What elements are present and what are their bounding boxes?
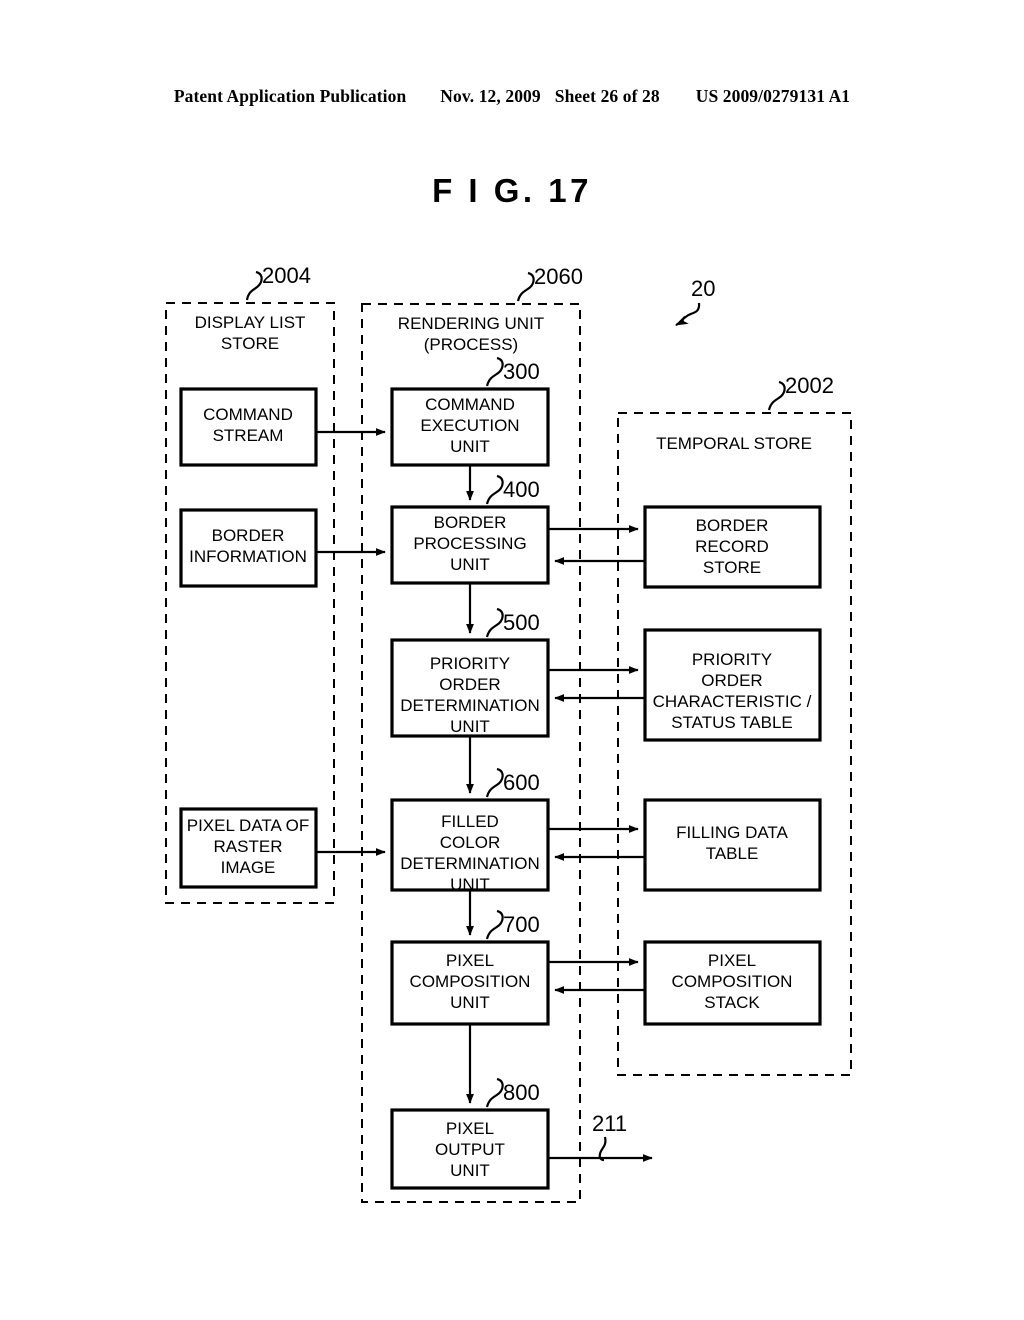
ref-number-2002: 2002 bbox=[785, 373, 834, 398]
block-pixel-composition-stack: PIXEL COMPOSITION STACK bbox=[643, 940, 822, 1026]
ref-number-700: 700 bbox=[503, 912, 540, 937]
patent-figure-page: Patent Application Publication Nov. 12, … bbox=[0, 0, 1024, 1320]
ref-number-400: 400 bbox=[503, 477, 540, 502]
svg-text:STORE: STORE bbox=[703, 558, 761, 577]
svg-text:UNIT: UNIT bbox=[450, 717, 490, 736]
svg-text:COMPOSITION: COMPOSITION bbox=[672, 972, 793, 991]
svg-text:BORDER: BORDER bbox=[212, 526, 285, 545]
ref-number-800: 800 bbox=[503, 1080, 540, 1105]
svg-text:STATUS TABLE: STATUS TABLE bbox=[671, 713, 793, 732]
svg-text:PIXEL DATA OF: PIXEL DATA OF bbox=[187, 816, 310, 835]
svg-text:(PROCESS): (PROCESS) bbox=[424, 335, 518, 354]
container-label-temporal-store: TEMPORAL STORE bbox=[656, 434, 812, 453]
ref-number-600: 600 bbox=[503, 770, 540, 795]
container-label-rendering-unit: RENDERING UNIT (PROCESS) bbox=[398, 314, 544, 354]
svg-text:STREAM: STREAM bbox=[213, 426, 284, 445]
svg-text:RECORD: RECORD bbox=[695, 537, 769, 556]
ref-number-211: 211 bbox=[592, 1111, 627, 1136]
svg-text:OUTPUT: OUTPUT bbox=[435, 1140, 505, 1159]
svg-text:TABLE: TABLE bbox=[706, 844, 759, 863]
svg-text:UNIT: UNIT bbox=[450, 1161, 490, 1180]
svg-text:UNIT: UNIT bbox=[450, 555, 490, 574]
svg-text:COMPOSITION: COMPOSITION bbox=[410, 972, 531, 991]
svg-text:BORDER: BORDER bbox=[696, 516, 769, 535]
svg-text:RENDERING UNIT: RENDERING UNIT bbox=[398, 314, 544, 333]
leader-ref-700 bbox=[485, 909, 504, 940]
block-priority-order-characteristic-status-table: PRIORITY ORDER CHARACTERISTIC / STATUS T… bbox=[643, 628, 822, 742]
ref-number-20: 20 bbox=[691, 276, 715, 301]
leader-ref-2060 bbox=[516, 271, 535, 302]
block-border-record-store: BORDER RECORD STORE bbox=[643, 505, 822, 589]
container-label-display-list-store: DISPLAY LIST STORE bbox=[195, 313, 306, 353]
ref-number-2060: 2060 bbox=[534, 264, 583, 289]
svg-text:COMMAND: COMMAND bbox=[203, 405, 293, 424]
leader-ref-800 bbox=[485, 1077, 504, 1108]
svg-text:UNIT: UNIT bbox=[450, 437, 490, 456]
block-pixel-output-unit: PIXEL OUTPUT UNIT bbox=[390, 1108, 550, 1190]
svg-text:PROCESSING: PROCESSING bbox=[413, 534, 526, 553]
leader-ref-500 bbox=[485, 607, 504, 638]
svg-text:DETERMINATION: DETERMINATION bbox=[400, 696, 539, 715]
svg-text:PRIORITY: PRIORITY bbox=[430, 654, 510, 673]
block-border-processing-unit: BORDER PROCESSING UNIT bbox=[390, 505, 550, 585]
ref-number-300: 300 bbox=[503, 359, 540, 384]
svg-text:IMAGE: IMAGE bbox=[221, 858, 276, 877]
block-priority-order-determination-unit: PRIORITY ORDER DETERMINATION UNIT bbox=[390, 638, 550, 738]
leader-ref-600 bbox=[485, 767, 504, 798]
svg-text:PIXEL: PIXEL bbox=[446, 951, 494, 970]
block-border-information: BORDER INFORMATION bbox=[179, 508, 318, 588]
block-pixel-data-raster-image: PIXEL DATA OF RASTER IMAGE bbox=[179, 807, 318, 889]
svg-text:STACK: STACK bbox=[704, 993, 760, 1012]
block-command-stream: COMMAND STREAM bbox=[179, 387, 318, 467]
leader-ref-2002 bbox=[767, 380, 786, 411]
ref-number-500: 500 bbox=[503, 610, 540, 635]
svg-text:PIXEL: PIXEL bbox=[446, 1119, 494, 1138]
leader-ref-20 bbox=[675, 302, 701, 326]
svg-text:DISPLAY LIST: DISPLAY LIST bbox=[195, 313, 306, 332]
leader-ref-300 bbox=[485, 356, 504, 387]
svg-text:EXECUTION: EXECUTION bbox=[420, 416, 519, 435]
block-pixel-composition-unit: PIXEL COMPOSITION UNIT bbox=[390, 940, 550, 1026]
block-filling-data-table: FILLING DATA TABLE bbox=[643, 798, 822, 892]
block-filled-color-determination-unit: FILLED COLOR DETERMINATION UNIT bbox=[390, 798, 550, 894]
figure-17-diagram: DISPLAY LIST STORE RENDERING UNIT (PROCE… bbox=[165, 263, 852, 1203]
svg-text:TEMPORAL STORE: TEMPORAL STORE bbox=[656, 434, 812, 453]
svg-text:DETERMINATION: DETERMINATION bbox=[400, 854, 539, 873]
svg-text:STORE: STORE bbox=[221, 334, 279, 353]
svg-text:PRIORITY: PRIORITY bbox=[692, 650, 772, 669]
leader-ref-400 bbox=[485, 474, 504, 505]
ref-number-2004: 2004 bbox=[262, 263, 311, 288]
svg-text:FILLED: FILLED bbox=[441, 812, 499, 831]
svg-text:COLOR: COLOR bbox=[440, 833, 500, 852]
block-command-execution-unit: COMMAND EXECUTION UNIT bbox=[390, 387, 550, 467]
svg-text:RASTER: RASTER bbox=[214, 837, 283, 856]
leader-ref-211 bbox=[598, 1136, 607, 1162]
svg-text:FILLING DATA: FILLING DATA bbox=[676, 823, 788, 842]
svg-text:COMMAND: COMMAND bbox=[425, 395, 515, 414]
svg-text:UNIT: UNIT bbox=[450, 993, 490, 1012]
svg-text:ORDER: ORDER bbox=[701, 671, 762, 690]
svg-text:BORDER: BORDER bbox=[434, 513, 507, 532]
svg-text:PIXEL: PIXEL bbox=[708, 951, 756, 970]
svg-text:ORDER: ORDER bbox=[439, 675, 500, 694]
leader-ref-2004 bbox=[245, 270, 263, 301]
svg-text:CHARACTERISTIC /: CHARACTERISTIC / bbox=[653, 692, 812, 711]
svg-text:INFORMATION: INFORMATION bbox=[189, 547, 307, 566]
